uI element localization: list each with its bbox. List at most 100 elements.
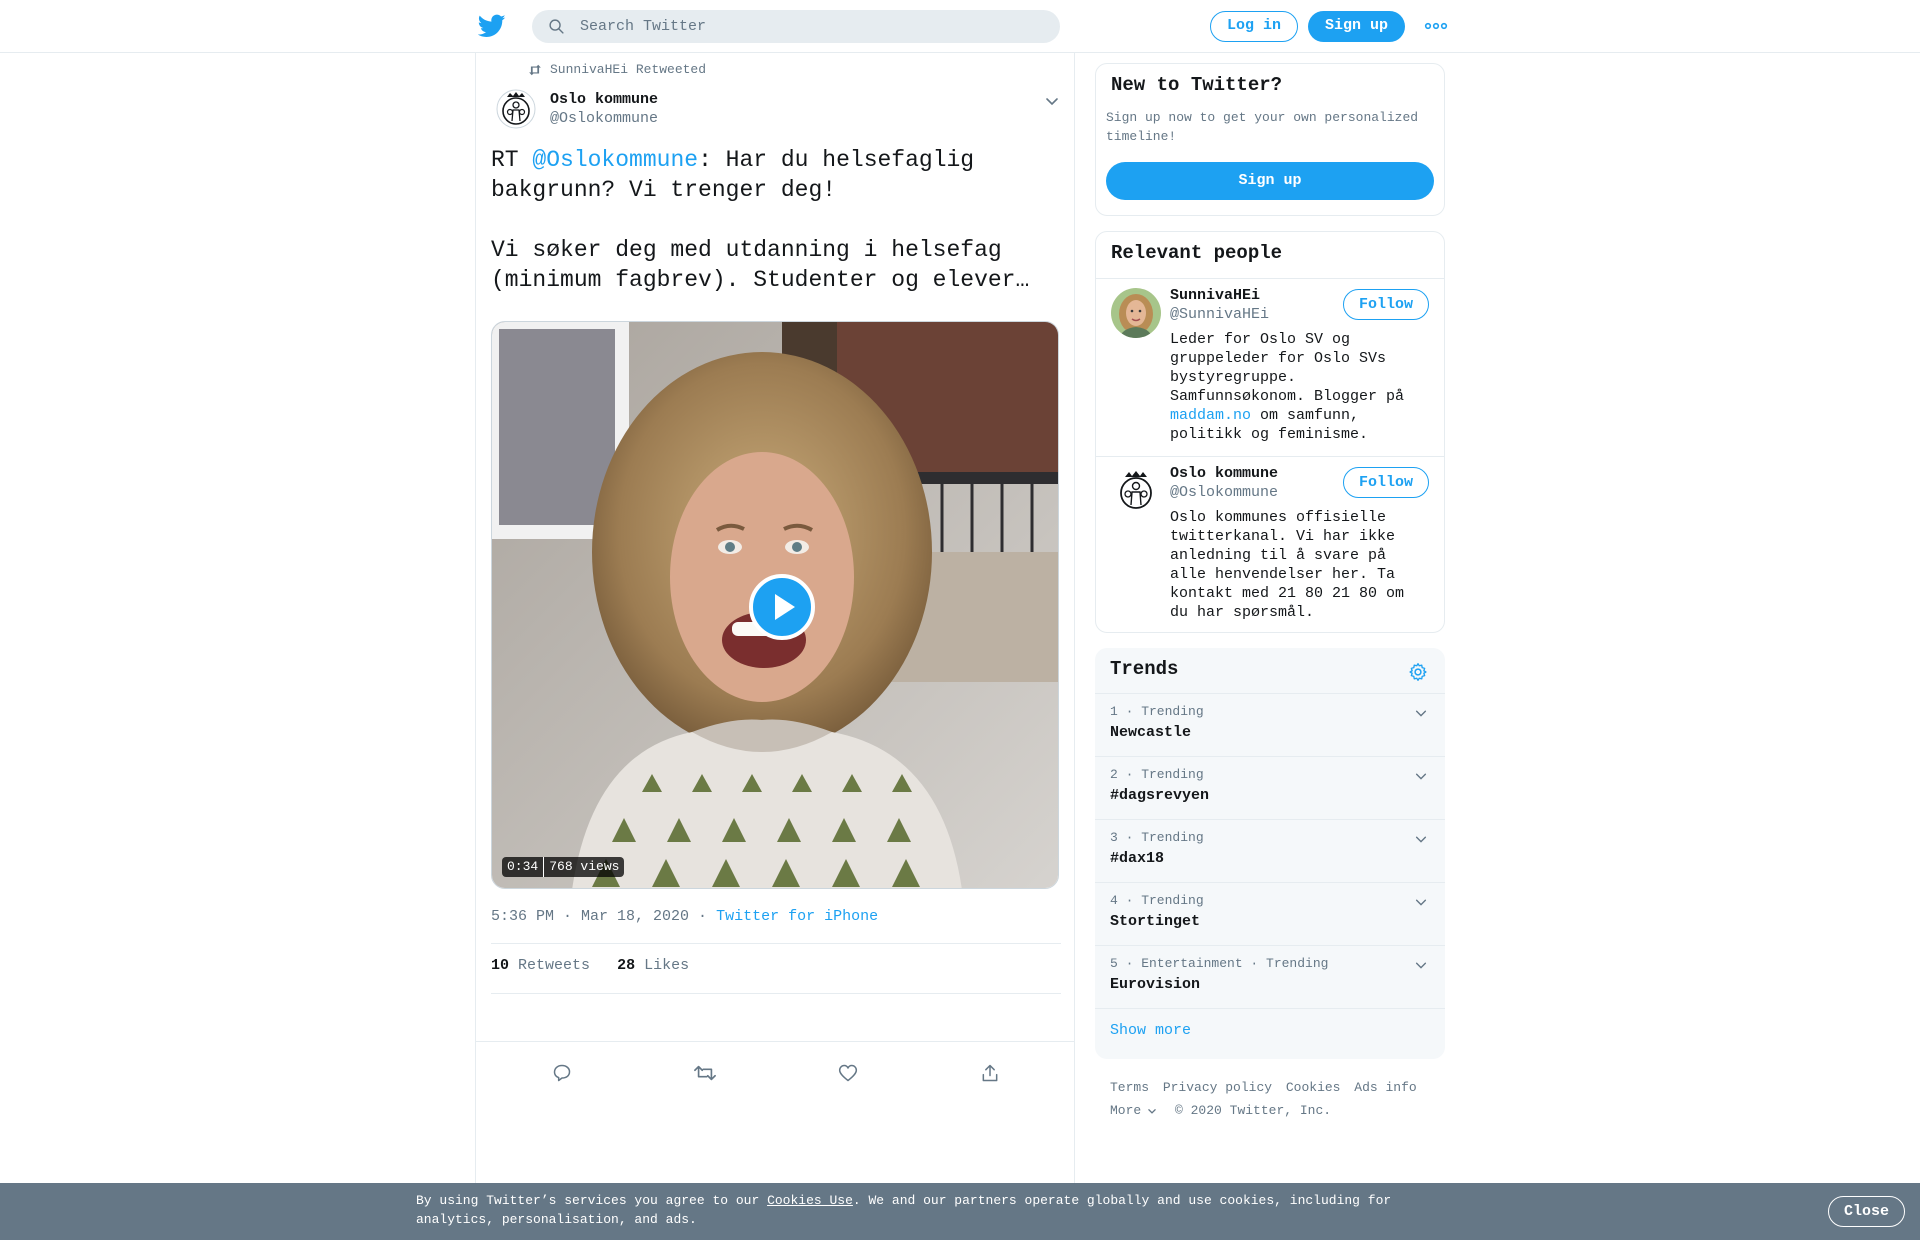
search-bar[interactable] — [532, 10, 1060, 43]
new-to-twitter-title: New to Twitter? — [1111, 74, 1283, 96]
tweet-stats: 10 Retweets 28 Likes — [491, 957, 689, 974]
chevron-down-icon[interactable] — [1414, 706, 1428, 720]
search-icon — [549, 19, 564, 34]
video-meta: 0:34 768 views — [502, 857, 625, 877]
trends-title: Trends — [1110, 658, 1179, 680]
tweet-author-name[interactable]: Oslo kommune — [550, 91, 658, 108]
share-icon[interactable] — [980, 1063, 1000, 1083]
retweeted-by-text[interactable]: SunnivaHEi Retweeted — [550, 62, 706, 77]
cookie-text: By using Twitter’s services you agree to… — [416, 1191, 1416, 1229]
person-name[interactable]: Oslo kommune — [1170, 465, 1278, 482]
mention-link[interactable]: @Oslokommune — [532, 147, 698, 173]
retweet-icon[interactable] — [694, 1063, 716, 1083]
video-duration: 0:34 — [502, 857, 545, 877]
sidebar-footer: Terms Privacy policy Cookies Ads info Mo… — [1110, 1076, 1430, 1122]
trend-item[interactable]: 4 · Trending Stortinget — [1095, 883, 1445, 946]
footer-link-terms[interactable]: Terms — [1110, 1080, 1149, 1095]
tweet-video[interactable]: 0:34 768 views — [491, 321, 1059, 889]
chevron-down-icon[interactable] — [1044, 93, 1060, 109]
relevant-people-title: Relevant people — [1111, 242, 1283, 264]
trends-card: Trends 1 · Trending Newcastle 2 · Trendi… — [1095, 648, 1445, 1059]
tweet-source-link[interactable]: Twitter for iPhone — [716, 908, 878, 925]
trend-name[interactable]: Stortinget — [1110, 913, 1200, 930]
tweet-author-handle[interactable]: @Oslokommune — [550, 110, 658, 127]
tweet-timestamp: 5:36 PM · Mar 18, 2020 · Twitter for iPh… — [491, 908, 878, 925]
retweets-label[interactable]: Retweets — [518, 957, 590, 974]
follow-button[interactable]: Follow — [1343, 467, 1429, 498]
trend-item[interactable]: 1 · Trending Newcastle — [1095, 694, 1445, 757]
trend-item[interactable]: 2 · Trending #dagsrevyen — [1095, 757, 1445, 820]
person-bio-text: Leder for Oslo SV og gruppeleder for Osl… — [1170, 331, 1405, 405]
sidebar-signup-button[interactable]: Sign up — [1106, 162, 1434, 200]
chevron-down-icon[interactable] — [1414, 832, 1428, 846]
avatar[interactable] — [1111, 466, 1161, 516]
search-input[interactable] — [580, 10, 1040, 43]
divider — [491, 993, 1061, 994]
trend-name[interactable]: Eurovision — [1110, 976, 1200, 993]
footer-more-label[interactable]: More — [1110, 1103, 1141, 1118]
top-navigation-bar: Log in Sign up — [0, 0, 1920, 53]
cookies-use-link[interactable]: Cookies Use — [767, 1193, 853, 1208]
person-handle[interactable]: @Oslokommune — [1170, 484, 1278, 501]
person-name[interactable]: SunnivaHEi — [1170, 287, 1260, 304]
footer-copyright: © 2020 Twitter, Inc. — [1175, 1103, 1332, 1118]
tweet-text: RT @Oslokommune: Har du helsefaglig bakg… — [491, 145, 1051, 295]
likes-label[interactable]: Likes — [644, 957, 689, 974]
chevron-down-icon[interactable] — [1414, 769, 1428, 783]
new-to-twitter-card: New to Twitter? Sign up now to get your … — [1095, 63, 1445, 216]
divider — [491, 943, 1061, 944]
trend-meta: 1 · Trending — [1110, 704, 1204, 719]
footer-link-ads-info[interactable]: Ads info — [1354, 1080, 1416, 1095]
tweet-text-prefix: RT — [491, 147, 533, 173]
play-icon[interactable] — [749, 574, 815, 640]
retweet-icon — [529, 64, 541, 75]
trend-meta: 4 · Trending — [1110, 893, 1204, 908]
retweet-context: SunnivaHEi Retweeted — [528, 62, 706, 77]
bio-link[interactable]: maddam.no — [1170, 407, 1251, 424]
trend-item[interactable]: 5 · Entertainment · Trending Eurovision — [1095, 946, 1445, 1009]
like-icon[interactable] — [838, 1063, 858, 1083]
retweets-count[interactable]: 10 — [491, 957, 509, 974]
avatar[interactable] — [1111, 288, 1161, 338]
reply-icon[interactable] — [552, 1063, 572, 1083]
footer-link-cookies[interactable]: Cookies — [1286, 1080, 1341, 1095]
relevant-people-card: Relevant people SunnivaHEi @SunnivaHEi F… — [1095, 231, 1445, 633]
login-button[interactable]: Log in — [1210, 11, 1298, 42]
gear-icon[interactable] — [1408, 662, 1428, 682]
trends-header: Trends — [1095, 648, 1445, 694]
more-dots-icon[interactable] — [1424, 18, 1448, 34]
trend-name[interactable]: #dax18 — [1110, 850, 1164, 867]
person-bio: Oslo kommunes offisielle twitterkanal. V… — [1170, 509, 1405, 621]
follow-button[interactable]: Follow — [1343, 289, 1429, 320]
show-more-link[interactable]: Show more — [1110, 1022, 1191, 1039]
twitter-bird-icon[interactable] — [478, 12, 506, 40]
trend-name[interactable]: Newcastle — [1110, 724, 1191, 741]
footer-link-privacy[interactable]: Privacy policy — [1163, 1080, 1272, 1095]
tweet-timestamp-text[interactable]: 5:36 PM · Mar 18, 2020 · — [491, 908, 707, 925]
divider — [476, 1041, 1074, 1042]
cookie-close-button[interactable]: Close — [1828, 1196, 1905, 1227]
cookie-text-before: By using Twitter’s services you agree to… — [416, 1193, 768, 1208]
tweet-actions — [491, 1053, 1061, 1093]
new-to-twitter-subtitle: Sign up now to get your own personalized… — [1106, 110, 1419, 144]
chevron-down-icon[interactable] — [1414, 958, 1428, 972]
trend-name[interactable]: #dagsrevyen — [1110, 787, 1209, 804]
person-oslokommune: Oslo kommune @Oslokommune Follow Oslo ko… — [1096, 457, 1444, 632]
chevron-down-icon[interactable] — [1414, 895, 1428, 909]
person-handle[interactable]: @SunnivaHEi — [1170, 306, 1269, 323]
person-bio: Leder for Oslo SV og gruppeleder for Osl… — [1170, 330, 1420, 444]
chevron-down-icon — [1148, 1108, 1156, 1114]
footer-more-button[interactable]: More — [1110, 1103, 1157, 1118]
trend-meta: 3 · Trending — [1110, 830, 1204, 845]
likes-count[interactable]: 28 — [617, 957, 635, 974]
trend-meta: 2 · Trending — [1110, 767, 1204, 782]
signup-button[interactable]: Sign up — [1308, 11, 1405, 42]
trend-meta: 5 · Entertainment · Trending — [1110, 956, 1329, 971]
oslo-kommune-avatar[interactable] — [496, 89, 536, 129]
cookie-consent-bar: By using Twitter’s services you agree to… — [0, 1183, 1920, 1240]
relevant-people-header: Relevant people — [1096, 232, 1444, 279]
trend-item[interactable]: 3 · Trending #dax18 — [1095, 820, 1445, 883]
video-views: 768 views — [544, 857, 625, 877]
person-sunnivahei: SunnivaHEi @SunnivaHEi Follow Leder for … — [1096, 279, 1444, 457]
tweet-column: SunnivaHEi Retweeted Oslo kommune @Oslok… — [475, 53, 1075, 1183]
